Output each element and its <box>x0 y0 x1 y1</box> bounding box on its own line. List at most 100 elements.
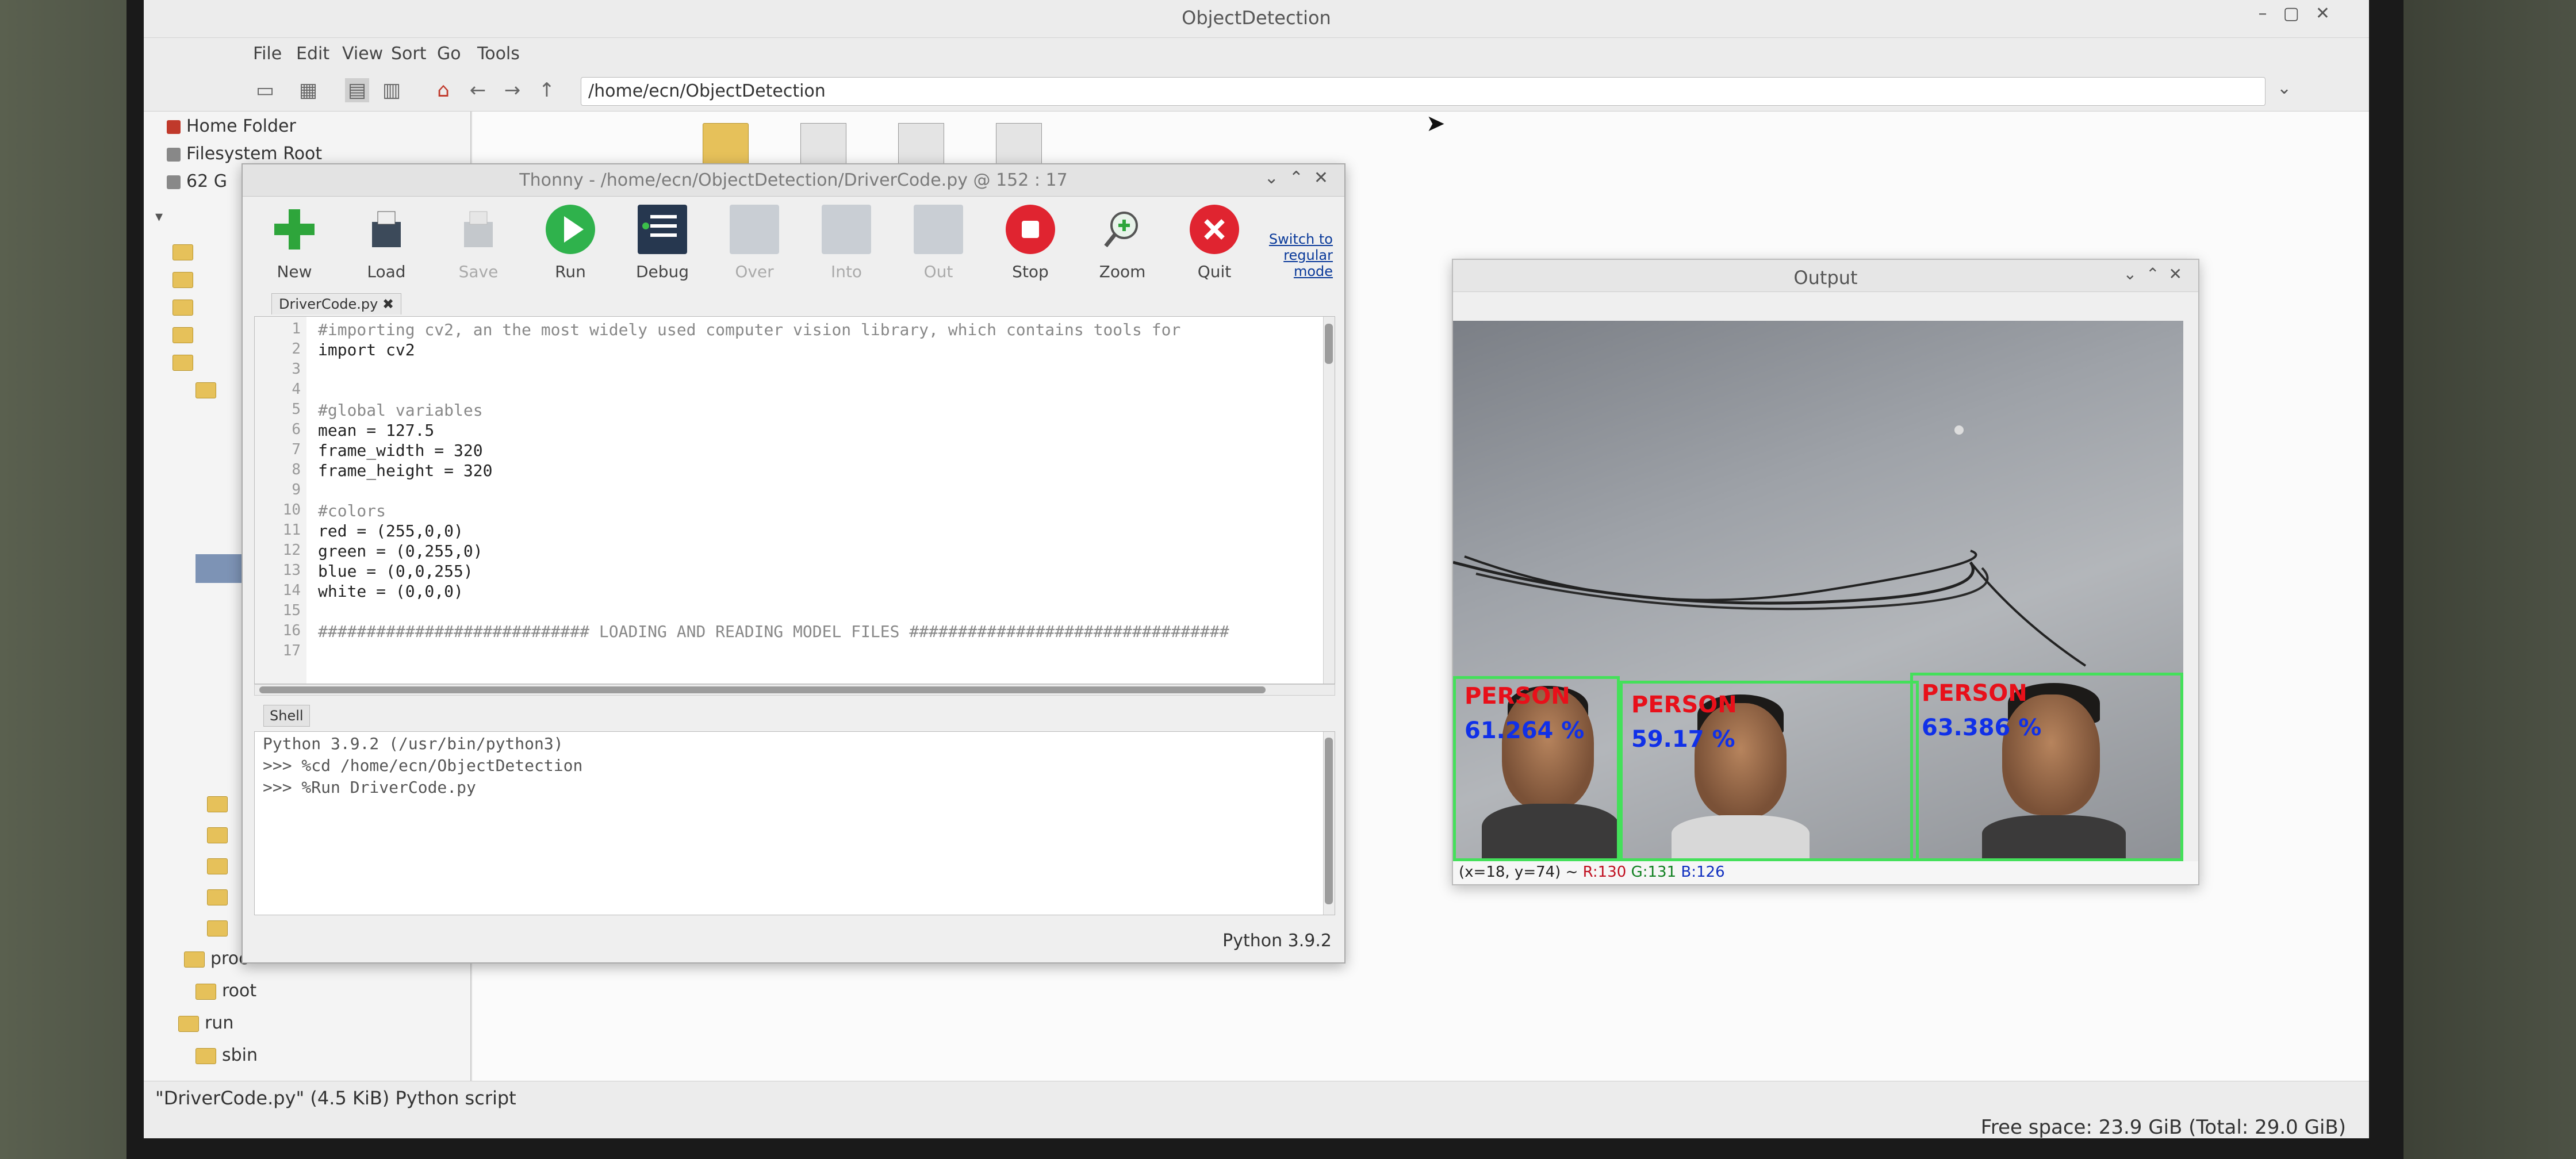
output-titlebar[interactable]: Output ⌄⌃✕ <box>1453 260 2198 292</box>
tab-label: DriverCode.py <box>279 296 378 312</box>
tree-folder[interactable] <box>195 379 222 400</box>
sidebar-item-volume[interactable]: 62 G <box>167 171 227 191</box>
code-editor[interactable]: 1 2 3 4 5 6 7 8 9 10 11 12 13 14 15 16 17 #importing cv2… <box>254 316 1335 684</box>
file-icon[interactable] <box>800 123 846 169</box>
new-button[interactable]: New <box>260 205 329 281</box>
tree-folder[interactable] <box>172 352 199 372</box>
menu-tools[interactable]: Tools <box>477 44 520 64</box>
window-controls[interactable]: ⌄⌃✕ <box>2123 264 2191 283</box>
line-number: 4 <box>292 381 301 398</box>
background-wall-right <box>2386 0 2576 1159</box>
tree-folder-root[interactable]: root <box>195 981 256 1001</box>
scroll-thumb[interactable] <box>1325 324 1333 364</box>
pixel-info-segment: G:131 <box>1631 864 1681 881</box>
new-tab-icon[interactable]: ▦ <box>296 78 320 102</box>
step-over-button[interactable]: Over <box>720 205 789 281</box>
file-manager-titlebar: ObjectDetection –▢✕ <box>144 0 2369 38</box>
menu-sort[interactable]: Sort <box>391 44 427 64</box>
line-number: 17 <box>282 642 301 659</box>
save-button[interactable]: Save <box>444 205 513 281</box>
tree-expander-icon[interactable]: ▾ <box>155 208 163 225</box>
menu-view[interactable]: View <box>342 44 383 64</box>
list-view-icon[interactable]: ▥ <box>379 78 404 102</box>
tab-shell[interactable]: Shell <box>263 705 310 727</box>
line-number: 12 <box>282 542 301 559</box>
thonny-titlebar[interactable]: Thonny - /home/ecn/ObjectDetection/Drive… <box>243 164 1344 197</box>
toolbar-label: Over <box>735 262 774 281</box>
menu-file[interactable]: File <box>253 44 282 64</box>
window-controls[interactable]: –▢✕ <box>2259 3 2346 24</box>
interpreter-status[interactable]: Python 3.9.2 <box>1222 931 1332 951</box>
tree-folder[interactable] <box>172 324 199 344</box>
switch-mode-link[interactable]: Switch to regular mode <box>1252 231 1333 279</box>
drive-icon <box>167 175 181 189</box>
scroll-thumb[interactable] <box>259 686 1266 693</box>
menu-go[interactable]: Go <box>437 44 461 64</box>
code-line: red = (255,0,0) <box>318 521 463 540</box>
home-icon[interactable]: ⌂ <box>431 78 455 102</box>
tree-folder-sbin[interactable]: sbin <box>195 1045 258 1065</box>
tree-folder[interactable] <box>207 855 233 876</box>
folder-icon <box>195 1047 216 1064</box>
pixel-info-segment: (x=18, y=74) ~ <box>1459 864 1583 881</box>
sidebar-item-filesystem[interactable]: Filesystem Root <box>167 144 322 164</box>
tree-folder[interactable] <box>172 269 199 289</box>
file-icon[interactable] <box>898 123 944 169</box>
line-number: 5 <box>292 401 301 418</box>
file-icon[interactable] <box>996 123 1042 169</box>
shell-line: >>> %cd /home/ecn/ObjectDetection <box>263 756 583 775</box>
icon-view-icon[interactable]: ▤ <box>345 78 369 102</box>
debug-button[interactable]: Debug <box>628 205 697 281</box>
new-window-icon[interactable]: ▭ <box>253 78 277 102</box>
folder-icon <box>172 244 193 260</box>
tree-folder-label: root <box>222 981 257 1001</box>
menu-edit[interactable]: Edit <box>296 44 329 64</box>
quit-button[interactable]: Quit <box>1180 205 1249 281</box>
shell-console[interactable]: Python 3.9.2 (/usr/bin/python3) >>> %cd … <box>254 731 1335 915</box>
home-folder-icon <box>167 120 181 134</box>
tree-folder[interactable] <box>207 824 233 845</box>
tree-folder-proc[interactable]: proc <box>184 949 248 969</box>
thonny-toolbar: New Load Save Run Debug Over Into Out St… <box>243 197 1344 300</box>
window-controls[interactable]: ⌄⌃✕ <box>1264 168 1339 188</box>
folder-icon <box>172 354 193 371</box>
detection-label: PERSON <box>1465 683 1570 709</box>
scroll-thumb[interactable] <box>1325 738 1333 904</box>
tree-folder[interactable] <box>172 297 199 317</box>
step-out-button[interactable]: Out <box>904 205 973 281</box>
folder-icon <box>172 271 193 288</box>
path-input[interactable]: /home/ecn/ObjectDetection <box>581 77 2266 106</box>
editor-vertical-scrollbar[interactable] <box>1323 317 1335 684</box>
file-manager-toolbar: ▭ ▦ ▤ ▥ ⌂ ← → ↑ /home/ecn/ObjectDetectio… <box>144 70 2369 112</box>
chevron-down-icon[interactable]: ⌄ <box>2277 78 2291 98</box>
line-number: 6 <box>292 421 301 438</box>
folder-icon[interactable] <box>703 123 749 169</box>
editor-horizontal-scrollbar[interactable] <box>254 684 1335 696</box>
tree-folder[interactable] <box>207 793 233 813</box>
close-icon[interactable]: ✖ <box>382 296 394 312</box>
folder-icon <box>172 327 193 343</box>
load-icon <box>362 205 411 254</box>
forward-icon[interactable]: → <box>500 78 524 102</box>
step-into-button[interactable]: Into <box>812 205 881 281</box>
folder-icon <box>207 889 228 905</box>
tree-folder-run[interactable]: run <box>178 1013 233 1033</box>
shell-vertical-scrollbar[interactable] <box>1323 732 1335 915</box>
stop-button[interactable]: Stop <box>996 205 1065 281</box>
tab-drivercode[interactable]: DriverCode.py ✖ <box>271 293 402 314</box>
line-number: 1 <box>292 320 301 337</box>
sidebar-item-home[interactable]: Home Folder <box>167 116 296 136</box>
load-button[interactable]: Load <box>352 205 421 281</box>
tree-folder[interactable] <box>172 241 199 262</box>
step-out-icon <box>914 205 963 254</box>
line-number: 15 <box>282 602 301 619</box>
back-icon[interactable]: ← <box>466 78 490 102</box>
step-over-icon <box>730 205 779 254</box>
run-button[interactable]: Run <box>536 205 605 281</box>
tree-folder[interactable] <box>207 918 233 938</box>
tree-folder[interactable] <box>207 886 233 907</box>
toolbar-label: Zoom <box>1099 262 1146 281</box>
detection-confidence: 61.264 % <box>1465 717 1585 744</box>
up-icon[interactable]: ↑ <box>535 78 559 102</box>
zoom-button[interactable]: Zoom <box>1088 205 1157 281</box>
